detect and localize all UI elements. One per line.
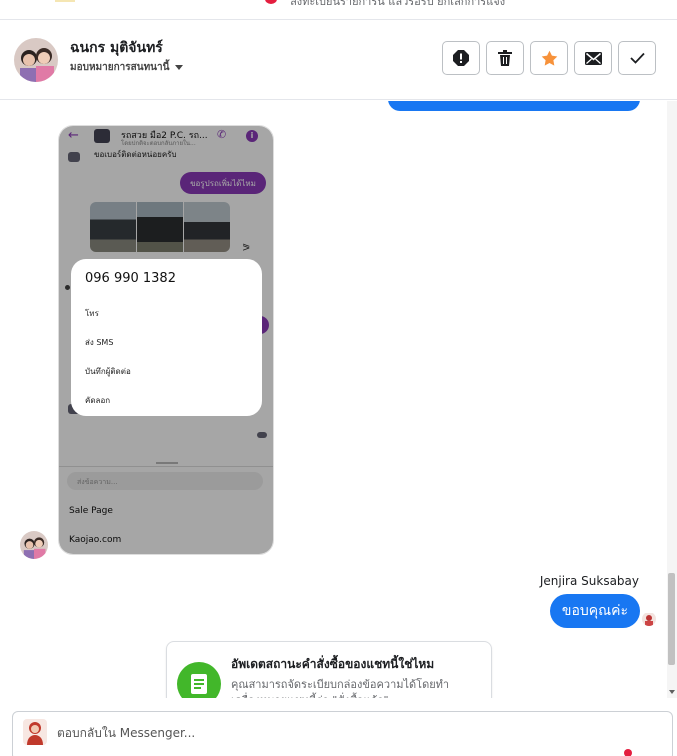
trash-icon — [498, 50, 512, 66]
order-status-card[interactable]: อัพเดตสถานะคำสั่งซื้อของแชทนี้ใช่ไหม คุณ… — [166, 641, 492, 698]
contact-name: ฉนกร มุติจันทร์ — [70, 40, 163, 56]
popup-phone-number: 096 990 1382 — [85, 271, 176, 286]
conversation-header: ฉนกร มุติจันทร์ มอบหมายการสนทนานี้ — [0, 20, 677, 100]
shared-screenshot-image[interactable]: ← รถสวย มือ2 P.C. รถ... โดยปกติจะตอบกลับ… — [58, 125, 274, 555]
checkmark-icon — [629, 52, 645, 64]
popup-option-copy: คัดลอก — [85, 396, 111, 405]
star-icon — [541, 50, 557, 66]
reply-composer — [12, 711, 673, 756]
envelope-icon — [584, 51, 602, 65]
top-strip: ลงทะเบียนรายการนี้ แล้วรอรับ ยกเลิกการแจ… — [0, 0, 677, 20]
done-button[interactable] — [618, 41, 656, 75]
notification-dot-bottom — [624, 749, 632, 756]
popup-option-sms: ส่ง SMS — [85, 338, 114, 347]
scroll-down-arrow-icon[interactable] — [669, 690, 675, 694]
scrollbar-thumb[interactable] — [668, 573, 675, 665]
assign-conversation-dropdown[interactable]: มอบหมายการสนทนานี้ — [70, 60, 184, 75]
star-button[interactable] — [530, 41, 568, 75]
sender-name: Jenjira Suksabay — [539, 574, 639, 588]
screenshot-phone-popup: 096 990 1382 โทร ส่ง SMS บันทึกผู้ติดต่อ… — [71, 259, 262, 416]
contact-message-avatar — [20, 531, 48, 559]
previous-outgoing-bubble — [388, 101, 640, 111]
caret-down-icon — [175, 64, 184, 70]
report-button[interactable] — [442, 41, 480, 75]
page-avatar — [23, 719, 47, 745]
notification-chip — [55, 0, 75, 2]
order-card-title: อัพเดตสถานะคำสั่งซื้อของแชทนี้ใช่ไหม — [231, 657, 435, 671]
message-thread[interactable]: ← รถสวย มือ2 P.C. รถ... โดยปกติจะตอบกลับ… — [0, 101, 667, 698]
assign-conversation-label: มอบหมายการสนทนานี้ — [70, 62, 170, 73]
contact-avatar[interactable] — [14, 38, 58, 82]
popup-option-save-contact: บันทึกผู้ติดต่อ — [85, 367, 131, 376]
top-strip-text: ลงทะเบียนรายการนี้ แล้วรอรับ ยกเลิกการแจ… — [290, 0, 506, 8]
outgoing-message-text: ขอบคุณค่ะ — [561, 603, 628, 619]
seen-avatar — [642, 612, 656, 626]
order-card-body: คุณสามารถจัดระเบียบกล่องข้อความได้โดยทำเ… — [231, 678, 450, 698]
header-actions — [442, 41, 656, 75]
popup-option-call: โทร — [85, 309, 99, 318]
outgoing-message-bubble[interactable]: ขอบคุณค่ะ — [549, 594, 640, 628]
order-document-icon — [177, 662, 221, 698]
delete-button[interactable] — [486, 41, 524, 75]
notification-dot — [265, 0, 277, 4]
reply-input[interactable] — [57, 720, 637, 746]
mark-unread-button[interactable] — [574, 41, 612, 75]
thread-scrollbar[interactable] — [667, 101, 677, 698]
exclamation-octagon-icon — [453, 50, 469, 66]
